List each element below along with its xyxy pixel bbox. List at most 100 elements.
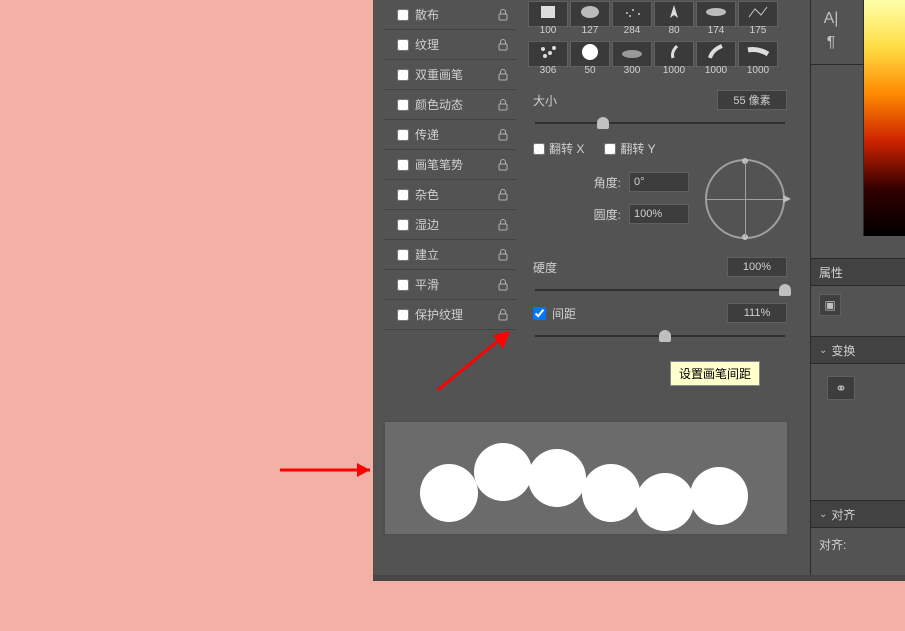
- color-gradient-swatch[interactable]: [863, 0, 905, 236]
- lock-icon[interactable]: [496, 248, 510, 262]
- option-scatter[interactable]: 散布: [383, 0, 516, 30]
- slider-thumb[interactable]: [659, 330, 671, 342]
- spacing-row: 间距: [525, 299, 795, 327]
- flip-y-check[interactable]: 翻转 Y: [604, 140, 655, 157]
- brush-preset[interactable]: 300: [612, 41, 652, 67]
- angle-input[interactable]: [629, 172, 689, 192]
- roundness-label: 圆度:: [573, 206, 621, 223]
- spacing-slider[interactable]: [535, 335, 785, 337]
- lock-icon[interactable]: [496, 68, 510, 82]
- spacing-label: 间距: [552, 305, 727, 322]
- flip-y-label: 翻转 Y: [620, 140, 655, 157]
- lock-icon[interactable]: [496, 38, 510, 52]
- size-input[interactable]: [717, 90, 787, 110]
- type-vertical-icon[interactable]: A|: [819, 8, 843, 30]
- brush-preset[interactable]: 306: [528, 41, 568, 67]
- angle-handle-bottom[interactable]: [742, 234, 748, 240]
- align-header[interactable]: ⌄ 对齐: [811, 500, 905, 528]
- lock-icon[interactable]: [496, 98, 510, 112]
- color-dynamics-checkbox[interactable]: [397, 99, 409, 111]
- lock-icon[interactable]: [496, 8, 510, 22]
- link-icon[interactable]: ⚭: [827, 376, 855, 400]
- option-texture[interactable]: 纹理: [383, 30, 516, 60]
- flip-x-checkbox[interactable]: [533, 143, 545, 155]
- align-panel: ⌄ 对齐 对齐:: [811, 500, 905, 561]
- brush-pose-checkbox[interactable]: [397, 159, 409, 171]
- brush-preset[interactable]: 1000: [738, 41, 778, 67]
- brush-preset[interactable]: 174: [696, 1, 736, 27]
- brush-preset[interactable]: 50: [570, 41, 610, 67]
- preview-stroke: [424, 425, 748, 531]
- option-wet-edges[interactable]: 湿边: [383, 210, 516, 240]
- option-build-up[interactable]: 建立: [383, 240, 516, 270]
- transfer-checkbox[interactable]: [397, 129, 409, 141]
- angle-wheel[interactable]: ▶: [705, 159, 785, 239]
- lock-icon[interactable]: [496, 308, 510, 322]
- spacing-input[interactable]: [727, 303, 787, 323]
- option-label: 传递: [415, 126, 496, 143]
- size-label: 大小: [533, 92, 717, 109]
- smoothing-checkbox[interactable]: [397, 279, 409, 291]
- brush-preset[interactable]: 175: [738, 1, 778, 27]
- noise-checkbox[interactable]: [397, 189, 409, 201]
- option-transfer[interactable]: 传递: [383, 120, 516, 150]
- transform-header[interactable]: ⌄ 变换: [811, 336, 905, 364]
- texture-checkbox[interactable]: [397, 39, 409, 51]
- option-brush-pose[interactable]: 画笔笔势: [383, 150, 516, 180]
- brush-preset[interactable]: 1000: [696, 41, 736, 67]
- brush-preset[interactable]: 100: [528, 1, 568, 27]
- align-label: 对齐: [831, 506, 855, 523]
- size-slider[interactable]: [535, 122, 785, 124]
- lock-icon[interactable]: [496, 188, 510, 202]
- option-label: 建立: [415, 246, 496, 263]
- hardness-row: 硬度: [525, 253, 795, 281]
- paragraph-icon[interactable]: ¶: [819, 32, 843, 54]
- brush-stroke-preview: [383, 420, 789, 536]
- brush-settings-panel: 100 127 284 80 174 175 306 50 300 1000 1…: [525, 0, 795, 345]
- hardness-slider[interactable]: [535, 289, 785, 291]
- slider-thumb[interactable]: [597, 117, 609, 129]
- properties-header[interactable]: 属性: [811, 258, 905, 286]
- image-icon[interactable]: ▣: [819, 294, 841, 316]
- slider-thumb[interactable]: [779, 284, 791, 296]
- annotation-arrow-1: [275, 445, 385, 495]
- lock-icon[interactable]: [496, 128, 510, 142]
- brush-preset[interactable]: 284: [612, 1, 652, 27]
- option-color-dynamics[interactable]: 颜色动态: [383, 90, 516, 120]
- stroke-dot: [582, 464, 640, 522]
- option-dual-brush[interactable]: 双重画笔: [383, 60, 516, 90]
- option-label: 杂色: [415, 186, 496, 203]
- option-smoothing[interactable]: 平滑: [383, 270, 516, 300]
- flip-y-checkbox[interactable]: [604, 143, 616, 155]
- flip-x-check[interactable]: 翻转 X: [533, 140, 584, 157]
- brush-presets-row2: 306 50 300 1000 1000 1000: [525, 40, 795, 68]
- option-label: 散布: [415, 6, 496, 23]
- option-noise[interactable]: 杂色: [383, 180, 516, 210]
- brush-presets-row1: 100 127 284 80 174 175: [525, 0, 795, 28]
- lock-icon[interactable]: [496, 278, 510, 292]
- angle-handle-top[interactable]: [742, 158, 748, 164]
- lock-icon[interactable]: [496, 158, 510, 172]
- stroke-dot: [474, 443, 532, 501]
- option-label: 湿边: [415, 216, 496, 233]
- brush-preset[interactable]: 1000: [654, 41, 694, 67]
- align-content: 对齐:: [811, 528, 905, 561]
- angle-label: 角度:: [573, 174, 621, 191]
- option-label: 颜色动态: [415, 96, 496, 113]
- option-label: 双重画笔: [415, 66, 496, 83]
- brush-preset[interactable]: 127: [570, 1, 610, 27]
- build-up-checkbox[interactable]: [397, 249, 409, 261]
- option-label: 纹理: [415, 36, 496, 53]
- brush-preset[interactable]: 80: [654, 1, 694, 27]
- scatter-checkbox[interactable]: [397, 9, 409, 21]
- wet-edges-checkbox[interactable]: [397, 219, 409, 231]
- dual-brush-checkbox[interactable]: [397, 69, 409, 81]
- lock-icon[interactable]: [496, 218, 510, 232]
- hardness-input[interactable]: [727, 257, 787, 277]
- spacing-checkbox[interactable]: [533, 307, 546, 320]
- spacing-tooltip: 设置画笔间距: [670, 361, 760, 386]
- option-label: 画笔笔势: [415, 156, 496, 173]
- panel-divider: [373, 575, 905, 581]
- protect-texture-checkbox[interactable]: [397, 309, 409, 321]
- roundness-input[interactable]: [629, 204, 689, 224]
